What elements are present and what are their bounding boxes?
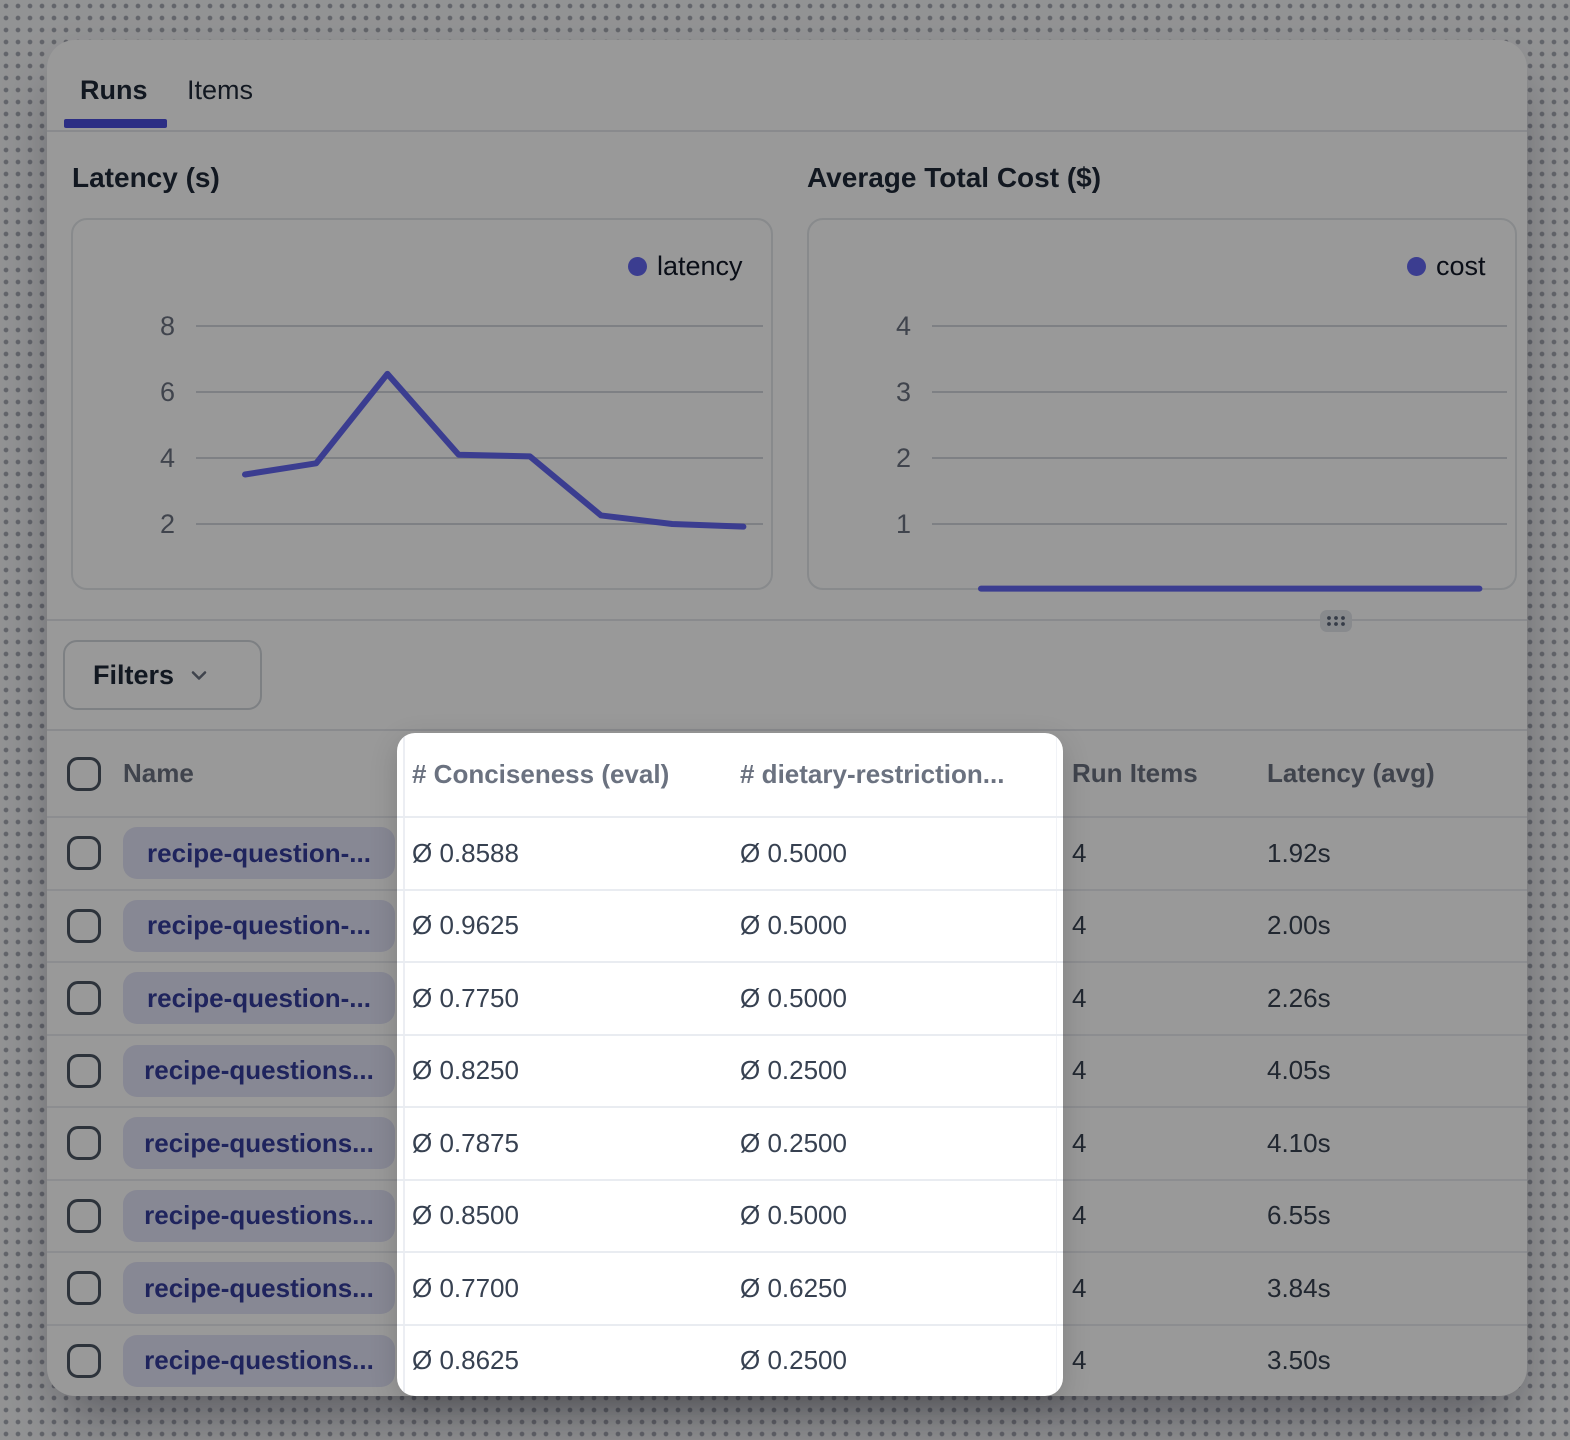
spotlight-row: Ø 0.7700 Ø 0.6250 [397, 1251, 1063, 1324]
dietary-value-cell: Ø 0.5000 [740, 818, 847, 889]
spotlight-row: Ø 0.8625 Ø 0.2500 [397, 1324, 1063, 1397]
spotlight-row: Ø 0.8250 Ø 0.2500 [397, 1034, 1063, 1107]
spotlight-row: Ø 0.8588 Ø 0.5000 [397, 816, 1063, 889]
conciseness-value-cell: Ø 0.9625 [412, 891, 519, 962]
conciseness-value-cell: Ø 0.7700 [412, 1253, 519, 1324]
conciseness-value-cell: Ø 0.8588 [412, 818, 519, 889]
spotlight-header-row: # Conciseness (eval) # dietary-restricti… [397, 733, 1063, 816]
conciseness-value-cell: Ø 0.7750 [412, 963, 519, 1034]
page-background: Runs Items Latency (s) Average Total Cos… [0, 0, 1570, 1440]
conciseness-value-cell: Ø 0.8250 [412, 1036, 519, 1107]
dietary-value-cell: Ø 0.2500 [740, 1036, 847, 1107]
spotlight-row: Ø 0.7750 Ø 0.5000 [397, 961, 1063, 1034]
dietary-value-cell: Ø 0.5000 [740, 891, 847, 962]
dietary-value-cell: Ø 0.6250 [740, 1253, 847, 1324]
dietary-value-cell: Ø 0.5000 [740, 1181, 847, 1252]
spotlight-row: Ø 0.7875 Ø 0.2500 [397, 1106, 1063, 1179]
column-header-dietary: # dietary-restriction... [740, 733, 1004, 816]
dietary-value-cell: Ø 0.2500 [740, 1326, 847, 1397]
dietary-value-cell: Ø 0.2500 [740, 1108, 847, 1179]
dietary-value-cell: Ø 0.5000 [740, 963, 847, 1034]
conciseness-value-cell: Ø 0.8625 [412, 1326, 519, 1397]
spotlight-row: Ø 0.9625 Ø 0.5000 [397, 889, 1063, 962]
conciseness-value-cell: Ø 0.8500 [412, 1181, 519, 1252]
column-header-conciseness: # Conciseness (eval) [412, 733, 669, 816]
conciseness-value-cell: Ø 0.7875 [412, 1108, 519, 1179]
spotlight-row: Ø 0.8500 Ø 0.5000 [397, 1179, 1063, 1252]
spotlight-columns: # Conciseness (eval) # dietary-restricti… [397, 733, 1063, 1396]
